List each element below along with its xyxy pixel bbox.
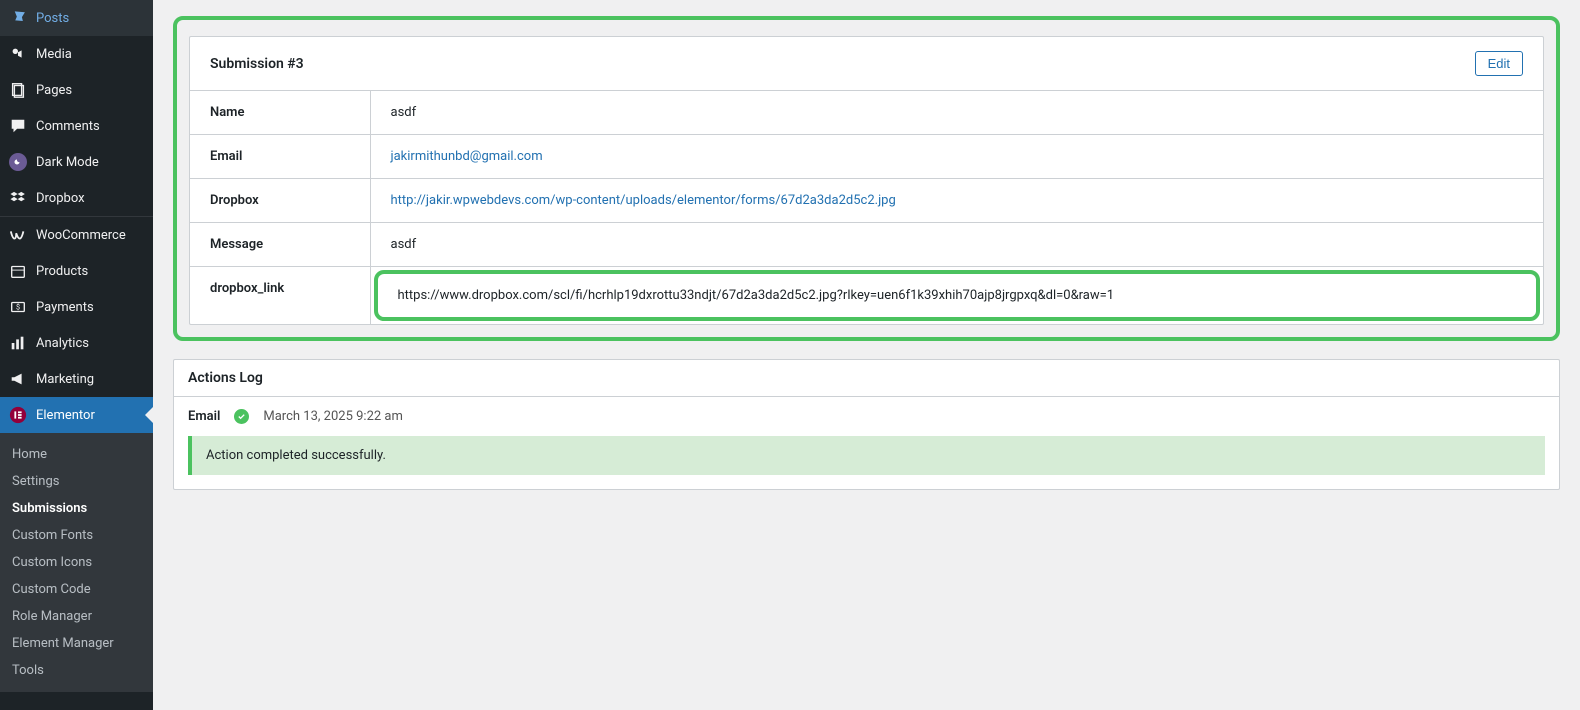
action-row: Email March 13, 2025 9:22 am xyxy=(174,397,1559,436)
submission-highlight-box: Submission #3 Edit Name asdf Email jakir… xyxy=(173,16,1560,341)
svg-text:$: $ xyxy=(16,303,20,312)
sidebar-item-label: Media xyxy=(36,47,72,62)
field-value-dropboxlink: https://www.dropbox.com/scl/fi/hcrhlp19d… xyxy=(378,274,1537,317)
submenu-tools[interactable]: Tools xyxy=(0,657,153,684)
admin-sidebar: Posts Media Pages Comments Dark Mode Dro… xyxy=(0,0,153,710)
field-label-dropbox: Dropbox xyxy=(190,179,370,223)
comments-icon xyxy=(8,116,28,136)
sidebar-item-elementor[interactable]: Elementor xyxy=(0,397,153,433)
sidebar-item-dropbox[interactable]: Dropbox xyxy=(0,180,153,216)
sidebar-item-label: Marketing xyxy=(36,372,94,387)
submenu-element-manager[interactable]: Element Manager xyxy=(0,630,153,657)
pages-icon xyxy=(8,80,28,100)
sidebar-item-products[interactable]: Products xyxy=(0,253,153,289)
sidebar-item-label: Payments xyxy=(36,300,94,315)
edit-button[interactable]: Edit xyxy=(1475,51,1523,76)
submenu-role-manager[interactable]: Role Manager xyxy=(0,603,153,630)
field-value-email-link[interactable]: jakirmithunbd@gmail.com xyxy=(391,149,543,164)
sidebar-item-label: Analytics xyxy=(36,336,89,351)
sidebar-item-woocommerce[interactable]: WooCommerce xyxy=(0,216,153,253)
dropbox-icon xyxy=(8,188,28,208)
sidebar-item-label: Pages xyxy=(36,83,72,98)
sidebar-item-posts[interactable]: Posts xyxy=(0,0,153,36)
sidebar-item-label: Dropbox xyxy=(36,191,85,206)
sidebar-item-media[interactable]: Media xyxy=(0,36,153,72)
elementor-icon xyxy=(8,405,28,425)
payments-icon: $ xyxy=(8,297,28,317)
action-timestamp: March 13, 2025 9:22 am xyxy=(263,409,403,424)
submenu-submissions[interactable]: Submissions xyxy=(0,495,153,522)
actions-log-panel: Actions Log Email March 13, 2025 9:22 am… xyxy=(173,359,1560,490)
check-icon xyxy=(234,409,249,424)
sidebar-item-label: Posts xyxy=(36,11,69,26)
field-value-dropbox-link[interactable]: http://jakir.wpwebdevs.com/wp-content/up… xyxy=(391,193,896,208)
submenu-custom-icons[interactable]: Custom Icons xyxy=(0,549,153,576)
sidebar-item-label: Dark Mode xyxy=(36,155,99,170)
submenu-settings[interactable]: Settings xyxy=(0,468,153,495)
dropboxlink-highlight: https://www.dropbox.com/scl/fi/hcrhlp19d… xyxy=(374,270,1541,321)
darkmode-icon xyxy=(8,152,28,172)
submission-panel: Submission #3 Edit Name asdf Email jakir… xyxy=(189,36,1544,325)
sidebar-item-label: Elementor xyxy=(36,408,95,423)
submenu-home[interactable]: Home xyxy=(0,441,153,468)
table-row: Message asdf xyxy=(190,223,1543,267)
field-value-message: asdf xyxy=(370,223,1543,267)
table-row: Dropbox http://jakir.wpwebdevs.com/wp-co… xyxy=(190,179,1543,223)
elementor-submenu: Home Settings Submissions Custom Fonts C… xyxy=(0,433,153,692)
sidebar-item-comments[interactable]: Comments xyxy=(0,108,153,144)
action-label: Email xyxy=(188,409,220,424)
sidebar-item-analytics[interactable]: Analytics xyxy=(0,325,153,361)
products-icon xyxy=(8,261,28,281)
sidebar-item-darkmode[interactable]: Dark Mode xyxy=(0,144,153,180)
submenu-custom-fonts[interactable]: Custom Fonts xyxy=(0,522,153,549)
action-success-message: Action completed successfully. xyxy=(188,436,1545,475)
table-row: Name asdf xyxy=(190,91,1543,135)
woo-icon xyxy=(8,225,28,245)
media-icon xyxy=(8,44,28,64)
marketing-icon xyxy=(8,369,28,389)
field-label-dropboxlink: dropbox_link xyxy=(190,267,370,325)
sidebar-item-payments[interactable]: $ Payments xyxy=(0,289,153,325)
sidebar-item-marketing[interactable]: Marketing xyxy=(0,361,153,397)
pin-icon xyxy=(8,8,28,28)
field-label-name: Name xyxy=(190,91,370,135)
field-label-message: Message xyxy=(190,223,370,267)
submission-title: Submission #3 xyxy=(210,56,304,72)
table-row: Email jakirmithunbd@gmail.com xyxy=(190,135,1543,179)
submenu-custom-code[interactable]: Custom Code xyxy=(0,576,153,603)
sidebar-item-pages[interactable]: Pages xyxy=(0,72,153,108)
sidebar-item-label: Products xyxy=(36,264,88,279)
analytics-icon xyxy=(8,333,28,353)
table-row: dropbox_link https://www.dropbox.com/scl… xyxy=(190,267,1543,325)
submission-fields-table: Name asdf Email jakirmithunbd@gmail.com … xyxy=(190,90,1543,324)
actions-log-title: Actions Log xyxy=(174,360,1559,397)
sidebar-item-label: Comments xyxy=(36,119,100,134)
main-content: Submission #3 Edit Name asdf Email jakir… xyxy=(153,0,1580,710)
sidebar-item-label: WooCommerce xyxy=(36,228,126,243)
field-label-email: Email xyxy=(190,135,370,179)
field-value-name: asdf xyxy=(370,91,1543,135)
